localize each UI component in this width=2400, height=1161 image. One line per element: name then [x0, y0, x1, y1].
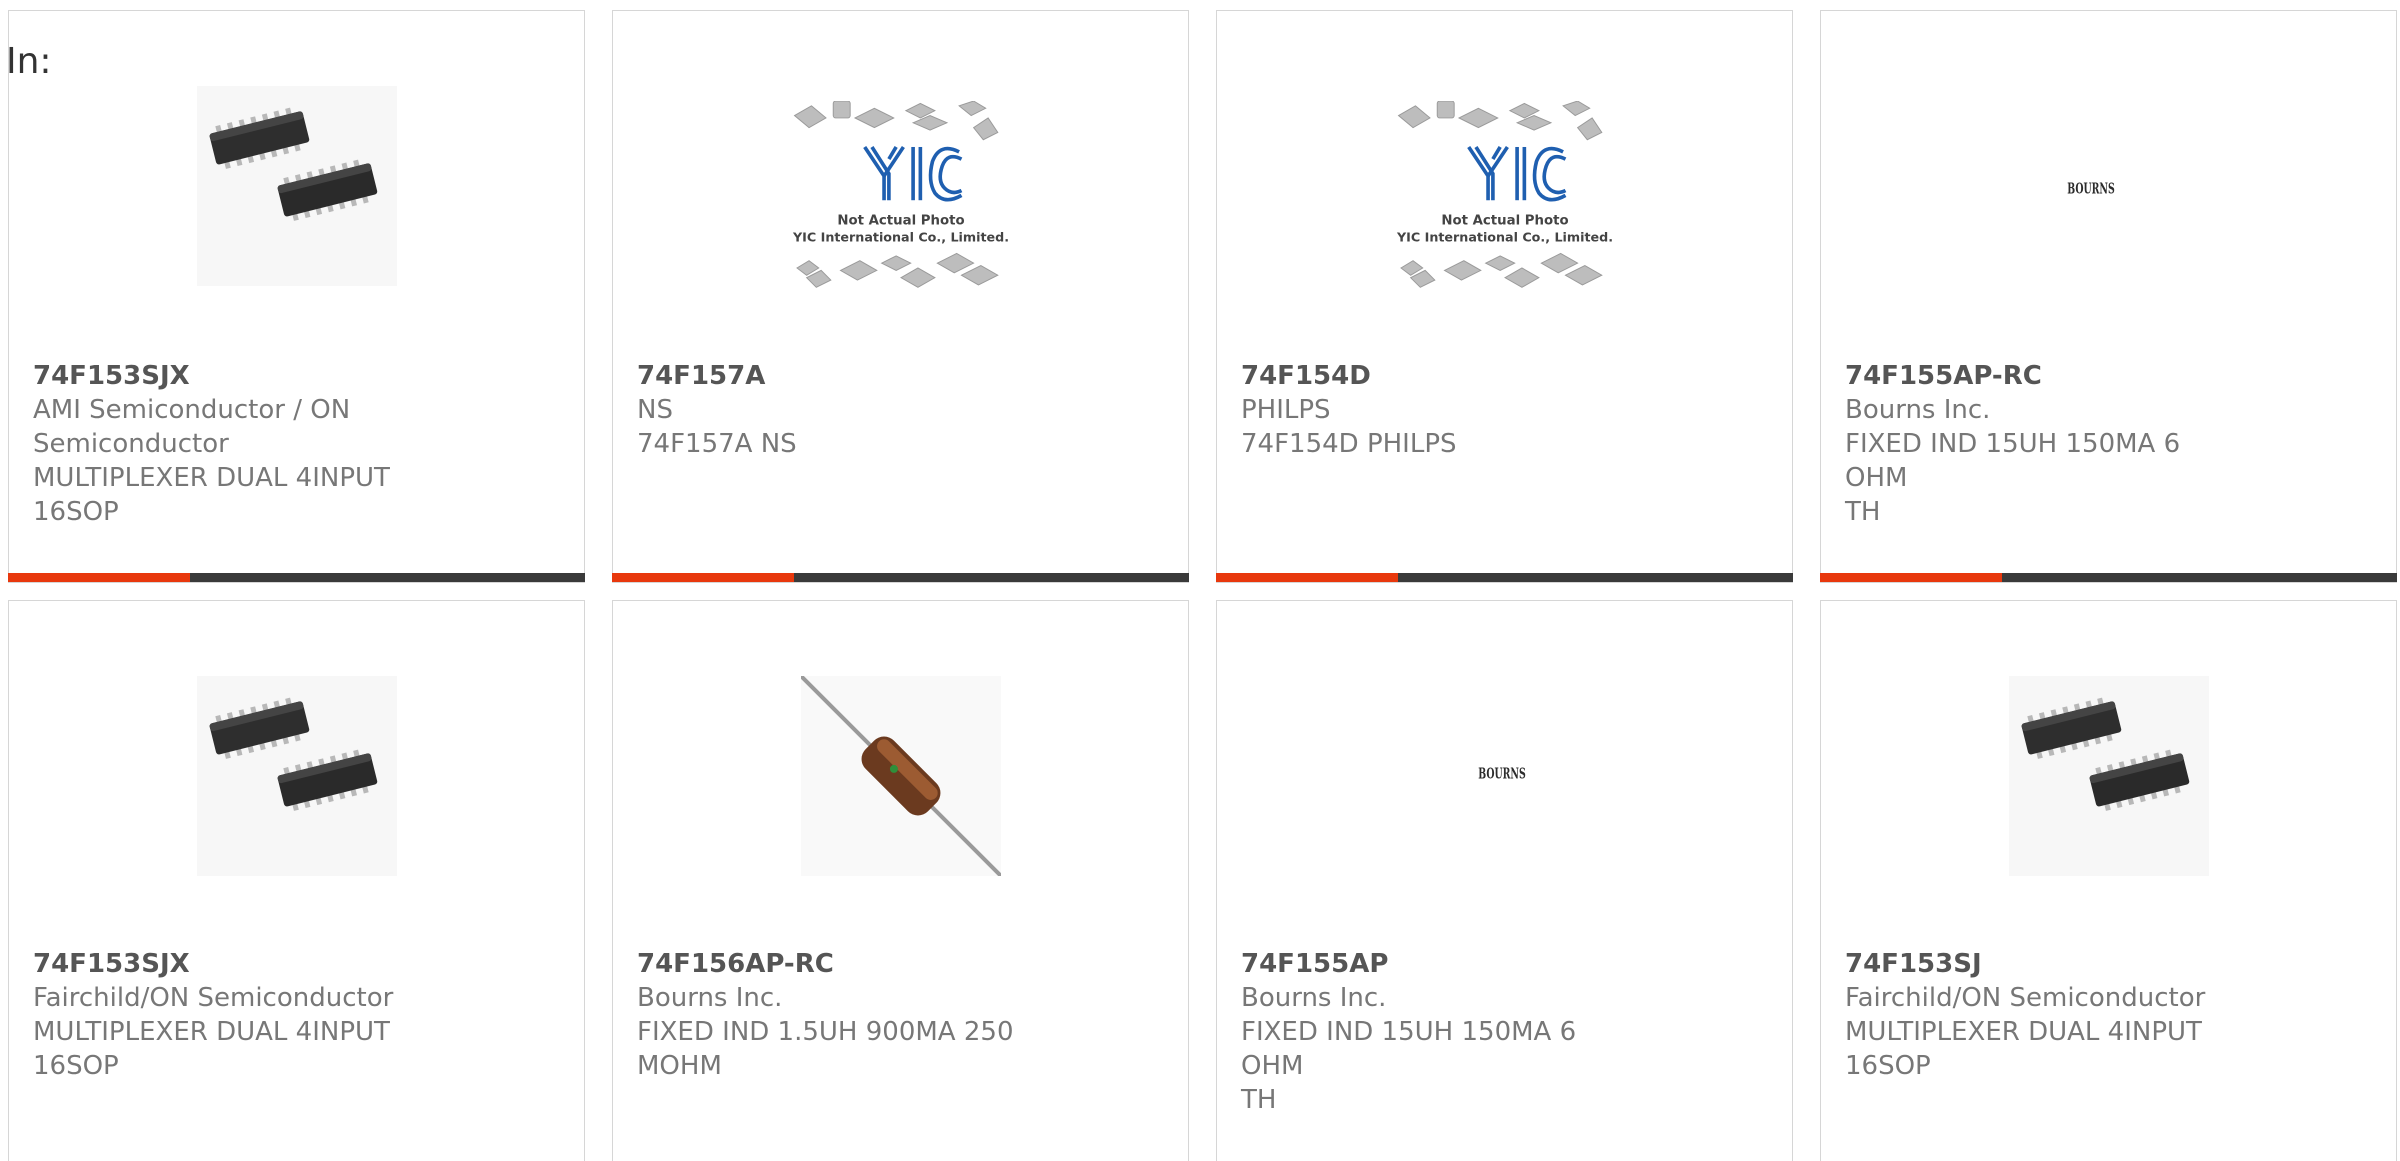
card-accent-bar	[1216, 573, 1398, 582]
card-accent-bar	[8, 573, 190, 582]
description: FIXED IND 1.5UH 900MA 250	[637, 1017, 1014, 1047]
soic-chip-pair-image[interactable]	[2009, 676, 2209, 876]
product-card[interactable]: 74F153SJ Fairchild/ON Semiconductor MULT…	[1820, 600, 2397, 1161]
manufacturer: Fairchild/ON Semiconductor	[33, 983, 394, 1013]
description: 16SOP	[33, 497, 119, 527]
manufacturer: Semiconductor	[33, 429, 229, 459]
bourns-logo-image[interactable]: BOURNS	[1397, 746, 1607, 796]
manufacturer: NS	[637, 395, 673, 425]
description: MULTIPLEXER DUAL 4INPUT	[33, 463, 390, 493]
image-text-yic: YIC International Co., Limited.	[792, 229, 1009, 244]
manufacturer: Bourns Inc.	[1845, 395, 1991, 425]
product-card[interactable]: Not Actual Photo YIC International Co., …	[1216, 10, 1793, 583]
bourns-logo-text: BOURNS	[2067, 181, 2115, 198]
description: 16SOP	[33, 1051, 119, 1081]
card-bottom-bar	[8, 573, 585, 582]
card-bottom-bar	[1216, 573, 1793, 582]
description: 74F154D PHILPS	[1241, 429, 1457, 459]
part-number-link[interactable]: 74F153SJX	[33, 359, 413, 393]
product-info: 74F153SJ Fairchild/ON Semiconductor MULT…	[1845, 947, 2225, 1083]
image-text-not-actual: Not Actual Photo	[1441, 213, 1568, 228]
product-info: 74F156AP-RC Bourns Inc. FIXED IND 1.5UH …	[637, 947, 1017, 1083]
product-card[interactable]: 74F153SJX Fairchild/ON Semiconductor MUL…	[8, 600, 585, 1161]
description: FIXED IND 15UH 150MA 6 OHM	[1241, 1017, 1577, 1081]
description: MOHM	[637, 1051, 722, 1081]
image-text-yic: YIC International Co., Limited.	[1396, 229, 1613, 244]
part-number-link[interactable]: 74F157A	[637, 359, 1017, 393]
product-card[interactable]: BOURNS 74F155AP Bourns Inc. FIXED IND 15…	[1216, 600, 1793, 1161]
yic-not-actual-photo-image[interactable]: Not Actual Photo YIC International Co., …	[768, 101, 1034, 343]
product-card[interactable]: 74F153SJX AMI Semiconductor / ON Semicon…	[8, 10, 585, 583]
product-info: 74F155AP Bourns Inc. FIXED IND 15UH 150M…	[1241, 947, 1621, 1117]
manufacturer: Fairchild/ON Semiconductor	[1845, 983, 2206, 1013]
image-text-not-actual: Not Actual Photo	[837, 213, 964, 228]
card-bottom-bar	[1820, 573, 2397, 582]
manufacturer: Bourns Inc.	[637, 983, 783, 1013]
card-bottom-bar	[612, 573, 1189, 582]
product-card[interactable]: BOURNS 74F155AP-RC Bourns Inc. FIXED IND…	[1820, 10, 2397, 583]
description: 74F157A NS	[637, 429, 797, 459]
manufacturer: PHILPS	[1241, 395, 1331, 425]
part-number-link[interactable]: 74F154D	[1241, 359, 1621, 393]
yic-not-actual-photo-image[interactable]: Not Actual Photo YIC International Co., …	[1372, 101, 1638, 343]
part-number-link[interactable]: 74F153SJ	[1845, 947, 2225, 981]
product-card[interactable]: 74F156AP-RC Bourns Inc. FIXED IND 1.5UH …	[612, 600, 1189, 1161]
soic-chip-pair-image[interactable]	[197, 86, 397, 286]
product-info: 74F153SJX AMI Semiconductor / ON Semicon…	[33, 359, 413, 529]
product-grid-page: In: 74F153SJX AMI Semiconductor / ON Sem…	[0, 0, 2400, 1161]
card-accent-bar	[612, 573, 794, 582]
bourns-logo-image[interactable]: BOURNS	[1986, 161, 2196, 211]
product-info: 74F157A NS 74F157A NS	[637, 359, 1017, 461]
card-accent-bar	[1820, 573, 2002, 582]
part-number-link[interactable]: 74F156AP-RC	[637, 947, 1017, 981]
bourns-logo-text: BOURNS	[1478, 766, 1526, 783]
product-card[interactable]: Not Actual Photo YIC International Co., …	[612, 10, 1189, 583]
manufacturer: AMI Semiconductor / ON	[33, 395, 351, 425]
in-label: In:	[6, 41, 52, 82]
description: TH	[1241, 1085, 1277, 1115]
description: MULTIPLEXER DUAL 4INPUT	[1845, 1017, 2202, 1047]
soic-chip-pair-image[interactable]	[197, 676, 397, 876]
description: MULTIPLEXER DUAL 4INPUT	[33, 1017, 390, 1047]
manufacturer: Bourns Inc.	[1241, 983, 1387, 1013]
part-number-link[interactable]: 74F153SJX	[33, 947, 413, 981]
description: FIXED IND 15UH 150MA 6 OHM	[1845, 429, 2181, 493]
product-info: 74F155AP-RC Bourns Inc. FIXED IND 15UH 1…	[1845, 359, 2225, 529]
description: TH	[1845, 497, 1881, 527]
part-number-link[interactable]: 74F155AP	[1241, 947, 1621, 981]
product-info: 74F154D PHILPS 74F154D PHILPS	[1241, 359, 1621, 461]
axial-inductor-image[interactable]	[801, 676, 1001, 876]
part-number-link[interactable]: 74F155AP-RC	[1845, 359, 2225, 393]
description: 16SOP	[1845, 1051, 1931, 1081]
product-info: 74F153SJX Fairchild/ON Semiconductor MUL…	[33, 947, 413, 1083]
